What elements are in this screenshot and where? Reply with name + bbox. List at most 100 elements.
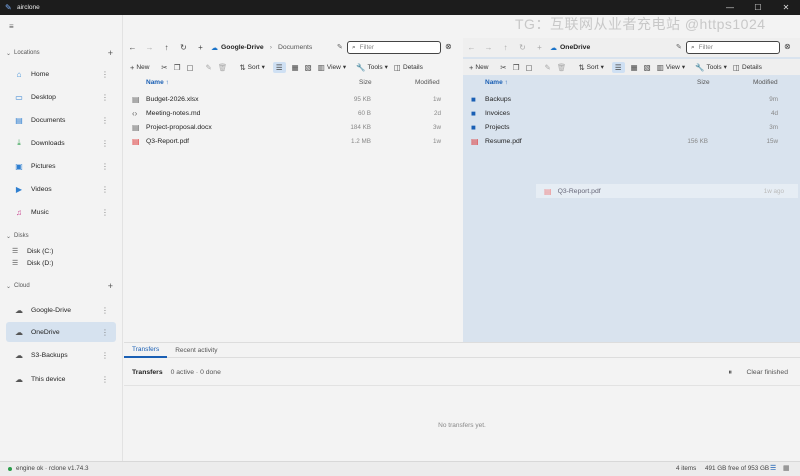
delete-button[interactable]: 🗑 [557, 63, 567, 72]
maximize-button[interactable]: ☐ [744, 0, 772, 15]
copy-button[interactable]: ❐ [174, 63, 181, 72]
cloud-section-header[interactable]: ⌄ Cloud + [6, 280, 118, 292]
paste-button[interactable]: ▢ [186, 63, 193, 72]
size-column-header[interactable]: Size [359, 79, 372, 86]
new-tab-plus-icon[interactable]: + [531, 43, 548, 52]
cut-button[interactable]: ✂ [500, 63, 506, 72]
new-button[interactable]: + New [469, 63, 488, 72]
sidebar-item-this-device[interactable]: ☁ This device ⋮ [6, 369, 116, 389]
forward-arrow-icon[interactable]: → [480, 43, 497, 52]
list-view-toggle-icon[interactable]: ☰ [770, 464, 776, 472]
edit-path-icon[interactable]: ✎ [676, 43, 682, 51]
sidebar-item-disk-d[interactable]: ☰ Disk (D:) [12, 257, 53, 269]
more-options-icon[interactable]: ⋮ [101, 162, 109, 171]
more-options-icon[interactable]: ⋮ [101, 93, 109, 102]
grid-view-button[interactable]: ▦ [631, 63, 638, 72]
details-button[interactable]: ◫ Details [733, 63, 762, 72]
table-row[interactable]: ▤ Q3-Report.pdf 1.2 MB 1w [124, 136, 463, 150]
more-options-icon[interactable]: ⋮ [101, 351, 109, 360]
gallery-view-button[interactable]: ▧ [305, 63, 312, 72]
new-tab-plus-icon[interactable]: + [192, 43, 209, 52]
minimize-button[interactable]: — [716, 0, 744, 15]
rename-button[interactable]: ✎ [206, 63, 212, 72]
more-options-icon[interactable]: ⋮ [101, 185, 109, 194]
grid-view-button[interactable]: ▦ [292, 63, 299, 72]
new-button[interactable]: + New [130, 63, 149, 72]
sidebar-item-s3-backups[interactable]: ☁ S3-Backups ⋮ [6, 345, 116, 365]
table-row[interactable]: ‹› Meeting-notes.md 60 B 2d [124, 108, 463, 122]
breadcrumb-root[interactable]: ☁ OneDrive [550, 44, 590, 52]
tab-recent-activity[interactable]: Recent activity [167, 343, 225, 358]
forward-arrow-icon[interactable]: → [141, 43, 158, 52]
sort-button[interactable]: ⇅ Sort ▾ [239, 63, 264, 72]
more-options-icon[interactable]: ⋮ [101, 70, 109, 79]
pause-icon[interactable]: ⏸ [729, 369, 733, 377]
table-row[interactable]: ■ Projects 3m [463, 122, 800, 136]
disks-section-header[interactable]: ⌄ Disks [6, 230, 118, 242]
add-cloud-button[interactable]: + [108, 281, 113, 291]
close-pane-icon[interactable]: ⊗ [784, 42, 791, 51]
locations-section-header[interactable]: ⌄ Locations + [6, 47, 118, 59]
table-row[interactable]: ▤ Project-proposal.docx 184 KB 3w [124, 122, 463, 136]
sidebar-item-disk-c[interactable]: ☰ Disk (C:) [12, 245, 53, 257]
up-arrow-icon[interactable]: ↑ [158, 43, 175, 52]
add-location-button[interactable]: + [108, 48, 113, 58]
sidebar-item-documents[interactable]: ▤ Documents ⋮ [6, 110, 116, 130]
collapse-sidebar-button[interactable]: ≡ [9, 22, 14, 31]
name-column-header[interactable]: Name ↑ [485, 79, 508, 86]
grid-view-toggle-icon[interactable]: ▦ [783, 464, 790, 472]
table-row[interactable]: ▤ Resume.pdf 156 KB 15w [463, 136, 800, 150]
sidebar-item-google-drive[interactable]: ☁ Google-Drive ⋮ [6, 300, 116, 320]
more-options-icon[interactable]: ⋮ [101, 208, 109, 217]
list-view-button[interactable]: ☰ [272, 61, 286, 73]
cut-button[interactable]: ✂ [161, 63, 167, 72]
view-button[interactable]: ▥ View ▾ [657, 63, 685, 72]
back-arrow-icon[interactable]: ← [124, 43, 141, 52]
modified-column-header[interactable]: Modified [415, 79, 440, 86]
more-options-icon[interactable]: ⋮ [101, 306, 109, 315]
table-row[interactable]: ■ Invoices 4d [463, 108, 800, 122]
delete-button[interactable]: 🗑 [218, 63, 228, 72]
right-filter-input[interactable] [698, 44, 769, 51]
close-window-button[interactable]: ✕ [772, 0, 800, 15]
table-row[interactable]: ▤ Budget-2026.xlsx 95 KB 1w [124, 94, 463, 108]
details-button[interactable]: ◫ Details [394, 63, 423, 72]
tools-button[interactable]: 🔧 Tools ▾ [356, 63, 388, 72]
sidebar-item-music[interactable]: ♫ Music ⋮ [6, 202, 116, 222]
tab-transfers[interactable]: Transfers [124, 343, 168, 358]
paste-button[interactable]: ▢ [525, 63, 532, 72]
table-row[interactable]: ■ Backups 9m [463, 94, 800, 108]
more-options-icon[interactable]: ⋮ [101, 375, 109, 384]
more-options-icon[interactable]: ⋮ [101, 116, 109, 125]
right-filter-field[interactable]: ⌕ [686, 41, 780, 54]
sidebar-item-pictures[interactable]: ▣ Pictures ⋮ [6, 156, 116, 176]
clear-finished-button[interactable]: Clear finished [746, 369, 788, 376]
rename-button[interactable]: ✎ [545, 63, 551, 72]
modified-column-header[interactable]: Modified [753, 79, 778, 86]
up-arrow-icon[interactable]: ↑ [497, 43, 514, 52]
close-pane-icon[interactable]: ⊗ [445, 42, 452, 51]
tools-button[interactable]: 🔧 Tools ▾ [695, 63, 727, 72]
back-arrow-icon[interactable]: ← [463, 43, 480, 52]
sidebar-item-home[interactable]: ⌂ Home ⋮ [6, 64, 116, 84]
refresh-icon[interactable]: ↻ [175, 43, 192, 52]
more-options-icon[interactable]: ⋮ [101, 328, 109, 337]
edit-path-icon[interactable]: ✎ [337, 43, 343, 51]
breadcrumb-root[interactable]: ☁ Google-Drive [211, 44, 264, 52]
sort-button[interactable]: ⇅ Sort ▾ [578, 63, 603, 72]
sidebar-item-desktop[interactable]: ▭ Desktop ⋮ [6, 87, 116, 107]
size-column-header[interactable]: Size [697, 79, 710, 86]
left-filter-input[interactable] [359, 44, 430, 51]
refresh-icon[interactable]: ↻ [514, 43, 531, 52]
left-filter-field[interactable]: ⌕ [347, 41, 441, 54]
sidebar-item-onedrive[interactable]: ☁ OneDrive ⋮ [6, 322, 116, 342]
sidebar-item-videos[interactable]: ▶ Videos ⋮ [6, 179, 116, 199]
view-button[interactable]: ▥ View ▾ [318, 63, 346, 72]
breadcrumb-item[interactable]: Documents [278, 44, 312, 51]
name-column-header[interactable]: Name ↑ [146, 79, 169, 86]
list-view-button[interactable]: ☰ [611, 61, 625, 73]
sidebar-item-downloads[interactable]: ⤓ Downloads ⋮ [6, 133, 116, 153]
copy-button[interactable]: ❐ [513, 63, 520, 72]
more-options-icon[interactable]: ⋮ [101, 139, 109, 148]
gallery-view-button[interactable]: ▧ [644, 63, 651, 72]
